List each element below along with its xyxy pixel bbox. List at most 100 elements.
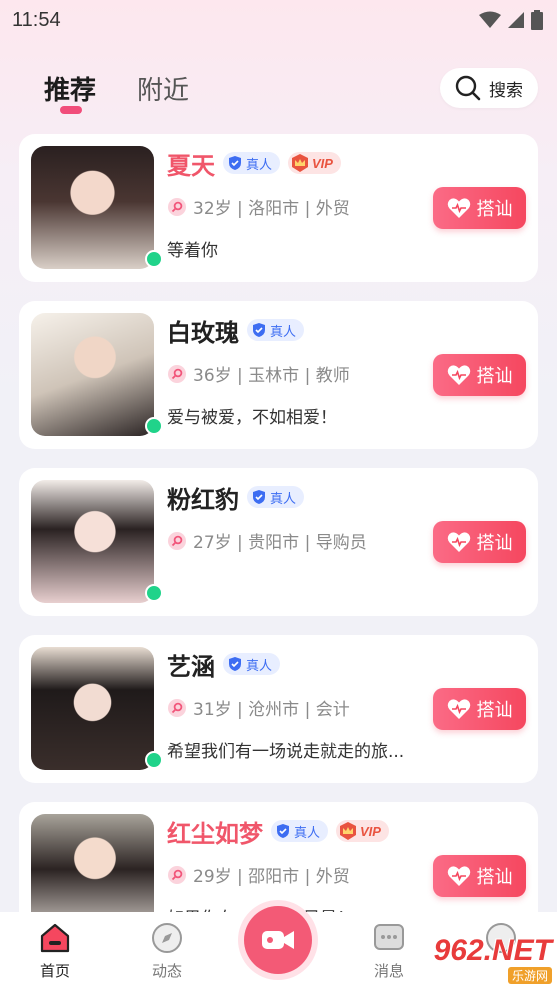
- tab-nearby[interactable]: 附近: [137, 70, 189, 107]
- info-row: 32岁 | 洛阳市 | 外贸: [167, 194, 350, 219]
- tab-recommend[interactable]: 推荐: [44, 70, 96, 107]
- user-bio: 等着你: [167, 241, 218, 261]
- name-row: 夏天 真人 VIP: [167, 148, 341, 180]
- verified-badge: 真人: [271, 820, 329, 842]
- user-info: 27岁 | 贵阳市 | 导购员: [193, 533, 367, 553]
- female-icon: [168, 531, 186, 550]
- user-card[interactable]: 夏天 真人 VIP 32岁 | 洛阳市 | 外贸 等着你 搭讪: [19, 134, 538, 282]
- user-info: 32岁 | 洛阳市 | 外贸: [193, 199, 350, 219]
- info-row: 27岁 | 贵阳市 | 导购员: [167, 528, 367, 553]
- heart-icon: [447, 532, 470, 552]
- nav-messages-label: 消息: [373, 962, 404, 980]
- avatar[interactable]: [31, 313, 154, 436]
- online-status-dot: [145, 751, 163, 769]
- search-icon: [455, 75, 481, 101]
- name-row: 粉红豹 真人: [167, 482, 305, 514]
- heart-icon: [447, 699, 470, 719]
- greet-label: 搭讪: [476, 533, 513, 554]
- verified-shield-icon: [229, 657, 241, 671]
- verified-label: 真人: [270, 491, 297, 507]
- female-icon: [168, 865, 186, 884]
- name-row: 白玫瑰 真人: [167, 315, 305, 347]
- signal-icon: [508, 12, 524, 28]
- online-status-dot: [145, 250, 163, 268]
- user-info: 29岁 | 邵阳市 | 外贸: [193, 867, 350, 887]
- vip-badge: VIP: [336, 820, 389, 842]
- watermark: 962.NET 乐游网: [418, 936, 552, 984]
- battery-icon: [531, 10, 543, 30]
- tab-indicator: [60, 106, 82, 114]
- verified-label: 真人: [294, 825, 321, 841]
- verified-badge: 真人: [247, 319, 305, 341]
- watermark-sub: 乐游网: [507, 967, 552, 984]
- user-card[interactable]: 粉红豹 真人 27岁 | 贵阳市 | 导购员 搭讪: [19, 468, 538, 616]
- vip-label: VIP: [312, 155, 333, 171]
- nav-messages[interactable]: 消息: [354, 922, 424, 981]
- greet-button[interactable]: 搭讪: [433, 521, 526, 563]
- info-row: 36岁 | 玉林市 | 教师: [167, 361, 350, 386]
- greet-button[interactable]: 搭讪: [433, 855, 526, 897]
- greet-label: 搭讪: [476, 366, 513, 387]
- verified-shield-icon: [229, 156, 241, 170]
- verified-shield-icon: [253, 490, 265, 504]
- heart-icon: [447, 365, 470, 385]
- search-button[interactable]: 搜索: [440, 68, 538, 108]
- user-info: 31岁 | 沧州市 | 会计: [193, 700, 350, 720]
- user-card[interactable]: 艺涵 真人 31岁 | 沧州市 | 会计 希望我们有一场说走就走的旅... 搭讪: [19, 635, 538, 783]
- verified-badge: 真人: [247, 486, 305, 508]
- verified-badge: 真人: [223, 152, 281, 174]
- nav-home-label: 首页: [39, 962, 70, 980]
- status-time: 11:54: [12, 8, 61, 31]
- avatar[interactable]: [31, 480, 154, 603]
- status-bar: 11:54: [0, 0, 557, 40]
- crown-icon: [340, 822, 357, 840]
- verified-badge: 真人: [223, 653, 281, 675]
- female-icon: [168, 698, 186, 717]
- greet-button[interactable]: 搭讪: [433, 688, 526, 730]
- verified-label: 真人: [246, 658, 273, 674]
- greet-label: 搭讪: [476, 199, 513, 220]
- avatar[interactable]: [31, 647, 154, 770]
- compass-icon: [152, 923, 182, 953]
- verified-shield-icon: [277, 824, 289, 838]
- user-bio: 希望我们有一场说走就走的旅...: [167, 742, 405, 762]
- user-name: 红尘如梦: [167, 819, 263, 848]
- greet-button[interactable]: 搭讪: [433, 187, 526, 229]
- crown-icon: [292, 154, 309, 172]
- info-row: 29岁 | 邵阳市 | 外贸: [167, 862, 350, 887]
- user-name: 白玫瑰: [167, 318, 239, 347]
- name-row: 艺涵 真人: [167, 649, 281, 681]
- heart-icon: [447, 198, 470, 218]
- nav-feed-label: 动态: [151, 962, 182, 980]
- name-row: 红尘如梦 真人 VIP: [167, 816, 389, 848]
- status-icons: [479, 10, 543, 30]
- user-info: 36岁 | 玉林市 | 教师: [193, 366, 350, 386]
- wifi-icon: [479, 11, 501, 28]
- user-name: 粉红豹: [167, 485, 239, 514]
- home-icon: [40, 923, 70, 953]
- nav-home[interactable]: 首页: [20, 922, 90, 981]
- heart-icon: [447, 866, 470, 886]
- video-camera-icon: [262, 931, 294, 949]
- user-name: 夏天: [167, 151, 215, 180]
- online-status-dot: [145, 584, 163, 602]
- online-status-dot: [145, 417, 163, 435]
- greet-label: 搭讪: [476, 867, 513, 888]
- verified-label: 真人: [270, 324, 297, 340]
- video-call-button[interactable]: [244, 906, 312, 974]
- greet-button[interactable]: 搭讪: [433, 354, 526, 396]
- vip-label: VIP: [360, 823, 381, 839]
- verified-label: 真人: [246, 157, 273, 173]
- watermark-logo: 962.NET: [433, 934, 552, 967]
- avatar[interactable]: [31, 146, 154, 269]
- user-bio: 爱与被爱，不如相爱！: [167, 408, 337, 428]
- info-row: 31岁 | 沧州市 | 会计: [167, 695, 350, 720]
- user-card[interactable]: 白玫瑰 真人 36岁 | 玉林市 | 教师 爱与被爱，不如相爱！ 搭讪: [19, 301, 538, 449]
- female-icon: [168, 364, 186, 383]
- vip-badge: VIP: [288, 152, 341, 174]
- verified-shield-icon: [253, 323, 265, 337]
- greet-label: 搭讪: [476, 700, 513, 721]
- nav-feed[interactable]: 动态: [132, 922, 202, 981]
- search-label: 搜索: [489, 80, 523, 101]
- user-name: 艺涵: [167, 652, 215, 681]
